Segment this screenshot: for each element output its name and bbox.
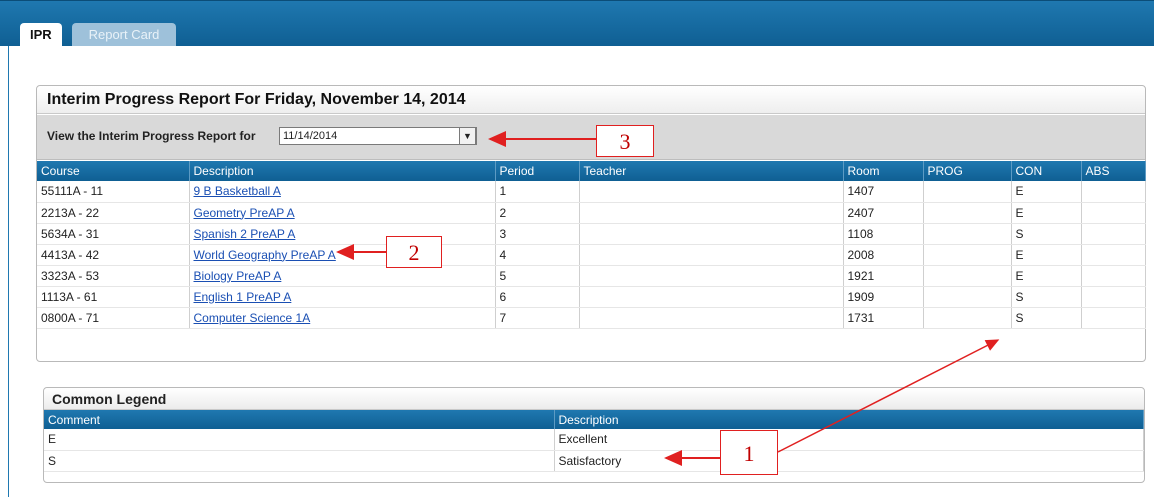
teacher [579, 307, 844, 329]
table-row: 3323A - 53 Biology PreAP A 5 1921 E [37, 265, 1146, 287]
abs [1081, 286, 1146, 308]
con: E [1011, 244, 1082, 266]
period: 1 [495, 181, 580, 203]
abs [1081, 244, 1146, 266]
col-header-description[interactable]: Description [189, 161, 496, 181]
course-link[interactable]: World Geography PreAP A [194, 248, 336, 262]
course-code: 4413A - 42 [37, 244, 190, 266]
room: 1731 [843, 307, 924, 329]
top-tab-bar: IPR Report Card [0, 0, 1154, 47]
con: E [1011, 181, 1082, 203]
course-link[interactable]: 9 B Basketball A [194, 184, 281, 198]
teacher [579, 181, 844, 203]
date-dropdown-value: 11/14/2014 [283, 130, 338, 142]
legend-description: Satisfactory [554, 450, 1144, 472]
abs [1081, 265, 1146, 287]
legend-header-row: Comment Description [44, 410, 1144, 429]
table-row: 0800A - 71 Computer Science 1A 7 1731 S [37, 307, 1146, 329]
col-header-prog[interactable]: PROG [923, 161, 1012, 181]
table-row: 55111A - 11 9 B Basketball A 1 1407 E [37, 181, 1146, 203]
col-header-con[interactable]: CON [1011, 161, 1082, 181]
course-code: 1113A - 61 [37, 286, 190, 308]
period: 2 [495, 202, 580, 224]
table-row: 1113A - 61 English 1 PreAP A 6 1909 S [37, 286, 1146, 308]
room: 2407 [843, 202, 924, 224]
room: 1921 [843, 265, 924, 287]
course-code: 0800A - 71 [37, 307, 190, 329]
period: 7 [495, 307, 580, 329]
col-header-teacher[interactable]: Teacher [579, 161, 844, 181]
filter-label: View the Interim Progress Report for [47, 129, 256, 143]
prog [923, 265, 1012, 287]
course-link[interactable]: Computer Science 1A [194, 311, 311, 325]
legend-header-comment[interactable]: Comment [44, 410, 555, 429]
legend-row: S Satisfactory [44, 450, 1144, 472]
course-link[interactable]: Biology PreAP A [194, 269, 282, 283]
legend-comment: S [44, 450, 555, 472]
tab-report-card[interactable]: Report Card [72, 23, 176, 47]
course-code: 55111A - 11 [37, 181, 190, 203]
common-legend-panel: Common Legend Comment Description E Exce… [43, 387, 1145, 483]
con: S [1011, 286, 1082, 308]
room: 1909 [843, 286, 924, 308]
con: S [1011, 223, 1082, 245]
courses-header-row: Course Description Period Teacher Room P… [37, 161, 1146, 181]
prog [923, 307, 1012, 329]
prog [923, 286, 1012, 308]
abs [1081, 223, 1146, 245]
con: S [1011, 307, 1082, 329]
annotation-callout-3: 3 [596, 125, 654, 157]
col-header-course[interactable]: Course [37, 161, 190, 181]
legend-table: Comment Description E Excellent S Satisf… [44, 410, 1144, 472]
prog [923, 223, 1012, 245]
legend-row: E Excellent [44, 429, 1144, 451]
legend-comment: E [44, 429, 555, 451]
con: E [1011, 265, 1082, 287]
teacher [579, 244, 844, 266]
dropdown-arrow-icon[interactable]: ▼ [459, 127, 476, 145]
legend-title: Common Legend [44, 388, 1144, 410]
period: 6 [495, 286, 580, 308]
teacher [579, 286, 844, 308]
interim-progress-panel: Interim Progress Report For Friday, Nove… [36, 85, 1146, 362]
col-header-period[interactable]: Period [495, 161, 580, 181]
course-code: 2213A - 22 [37, 202, 190, 224]
table-row: 4413A - 42 World Geography PreAP A 4 200… [37, 244, 1146, 266]
filter-bar: View the Interim Progress Report for 11/… [37, 115, 1145, 160]
period: 5 [495, 265, 580, 287]
course-link[interactable]: Geometry PreAP A [194, 206, 295, 220]
annotation-callout-1: 1 [720, 430, 778, 475]
col-header-room[interactable]: Room [843, 161, 924, 181]
legend-description: Excellent [554, 429, 1144, 451]
course-link[interactable]: Spanish 2 PreAP A [194, 227, 296, 241]
col-header-abs[interactable]: ABS [1081, 161, 1146, 181]
table-row: 2213A - 22 Geometry PreAP A 2 2407 E [37, 202, 1146, 224]
panel-title: Interim Progress Report For Friday, Nove… [37, 86, 1145, 114]
period: 3 [495, 223, 580, 245]
course-link[interactable]: English 1 PreAP A [194, 290, 292, 304]
teacher [579, 223, 844, 245]
abs [1081, 181, 1146, 203]
date-dropdown[interactable]: 11/14/2014 ▼ [279, 127, 477, 145]
prog [923, 244, 1012, 266]
annotation-callout-2: 2 [386, 236, 442, 268]
room: 1108 [843, 223, 924, 245]
course-code: 3323A - 53 [37, 265, 190, 287]
course-code: 5634A - 31 [37, 223, 190, 245]
room: 2008 [843, 244, 924, 266]
teacher [579, 202, 844, 224]
table-row: 5634A - 31 Spanish 2 PreAP A 3 1108 S [37, 223, 1146, 245]
teacher [579, 265, 844, 287]
abs [1081, 202, 1146, 224]
courses-table: Course Description Period Teacher Room P… [37, 161, 1146, 329]
con: E [1011, 202, 1082, 224]
period: 4 [495, 244, 580, 266]
room: 1407 [843, 181, 924, 203]
prog [923, 181, 1012, 203]
legend-header-description[interactable]: Description [554, 410, 1144, 429]
tab-ipr[interactable]: IPR [20, 23, 62, 47]
abs [1081, 307, 1146, 329]
prog [923, 202, 1012, 224]
